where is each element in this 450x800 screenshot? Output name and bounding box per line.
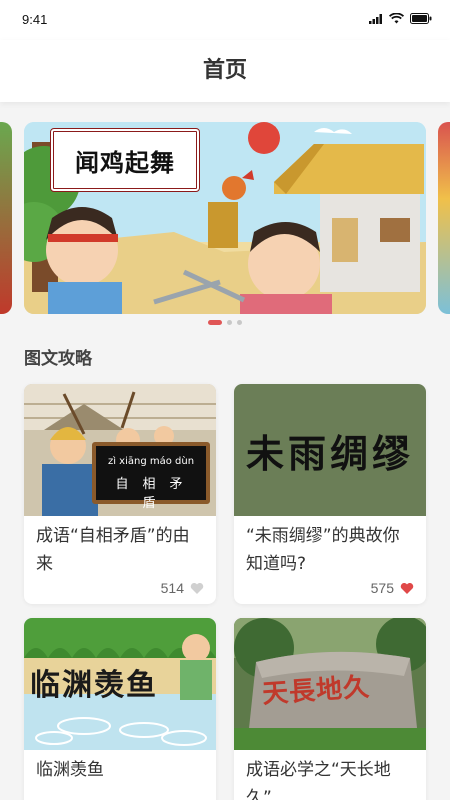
article-card-image: 临渊羡鱼 <box>24 618 216 750</box>
idiom-chars: 自相矛盾 <box>115 477 197 511</box>
status-time: 9:41 <box>22 12 48 27</box>
banner-peek-prev[interactable] <box>0 122 12 314</box>
article-card[interactable]: 未雨绸缪 “未雨绸缪”的典故你知道吗? 575 <box>234 384 426 604</box>
banner-title-frame: 闻鸡起舞 <box>50 128 200 192</box>
calligraphy-text: 未雨绸缪 <box>245 430 414 476</box>
article-card-title: 成语“自相矛盾”的由来 <box>36 526 190 574</box>
like-count: 575 <box>370 580 394 596</box>
pinyin-board: zì xiāng máo dùn 自相矛盾 <box>92 442 210 511</box>
carousel-dot[interactable] <box>237 320 242 325</box>
banner-slide[interactable]: 闻鸡起舞 <box>24 122 426 314</box>
article-card-title: 临渊羡鱼 <box>36 760 104 780</box>
carousel-dot[interactable] <box>227 320 232 325</box>
header: 首页 <box>0 40 450 102</box>
battery-icon <box>410 13 432 24</box>
article-card-image: 未雨绸缪 <box>234 384 426 516</box>
like-count: 514 <box>160 580 184 596</box>
like-meta: 575 <box>371 580 414 596</box>
status-icons <box>369 13 432 24</box>
stone-engraving: 天長地久 <box>261 672 372 710</box>
calligraphy-text: 临渊羡鱼 <box>30 668 158 703</box>
carousel-indicator <box>0 320 450 325</box>
article-card-title: 成语必学之“天长地久” <box>246 760 391 800</box>
carousel-dot-active[interactable] <box>208 320 222 325</box>
article-card-image: zì xiāng máo dùn 自相矛盾 <box>24 384 216 516</box>
section-title: 图文攻略 <box>24 349 92 369</box>
pinyin-text: zì xiāng máo dùn <box>107 456 195 467</box>
status-bar: 9:41 <box>0 0 450 40</box>
banner-peek-next[interactable] <box>438 122 450 314</box>
wifi-icon <box>389 13 404 24</box>
article-card[interactable]: 天長地久 成语必学之“天长地久” <box>234 618 426 800</box>
article-card[interactable]: zì xiāng máo dùn 自相矛盾 成语“自相矛盾”的由来 514 <box>24 384 216 604</box>
page-title: 首页 <box>202 58 247 83</box>
banner-carousel[interactable]: 闻鸡起舞 <box>0 122 450 314</box>
banner-title: 闻鸡起舞 <box>75 148 175 177</box>
signal-icon <box>369 13 382 24</box>
article-card[interactable]: 临渊羡鱼 临渊羡鱼 <box>24 618 216 800</box>
heart-icon[interactable] <box>400 582 414 595</box>
heart-icon[interactable] <box>190 582 204 595</box>
article-card-image: 天長地久 <box>234 618 426 750</box>
article-card-title: “未雨绸缪”的典故你知道吗? <box>246 526 400 574</box>
like-meta: 514 <box>161 580 204 596</box>
